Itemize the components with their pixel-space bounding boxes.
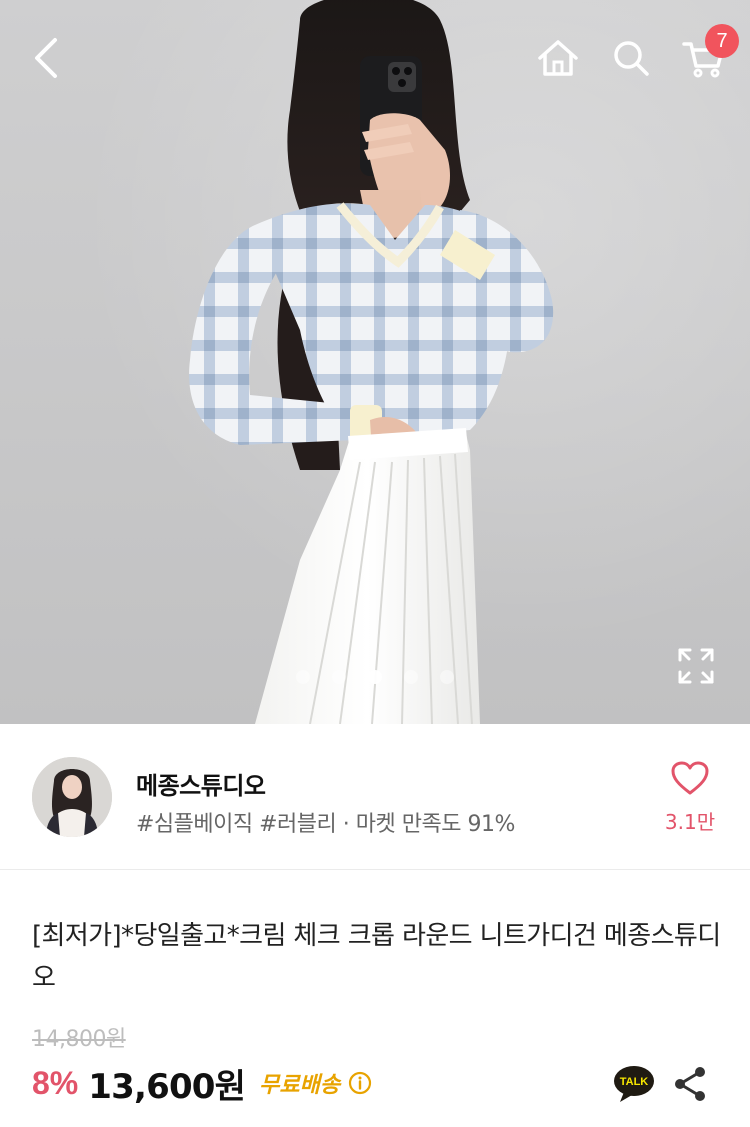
product-info: [최저가]*당일출고*크림 체크 크롭 라운드 니트가디건 메종스튜디오 14,… xyxy=(0,871,750,1127)
search-button[interactable] xyxy=(603,30,659,86)
seller-avatar[interactable] xyxy=(32,757,112,837)
price-row: 8% 13,600원 무료배송 xyxy=(32,1061,372,1107)
seller-tags: #심플베이직 #러블리 · 마켓 만족도 91% xyxy=(136,812,515,837)
home-button[interactable] xyxy=(530,30,586,86)
expand-image-button[interactable] xyxy=(676,646,716,686)
home-icon xyxy=(538,40,578,76)
carousel-dot[interactable] xyxy=(332,670,346,684)
cart-button[interactable]: 7 xyxy=(675,24,739,86)
share-icon xyxy=(675,1067,705,1101)
info-icon[interactable] xyxy=(348,1071,372,1095)
carousel-dot[interactable] xyxy=(296,670,310,684)
kakaotalk-button[interactable]: TALK xyxy=(612,1064,656,1104)
back-arrow-icon xyxy=(35,38,57,78)
share-button[interactable] xyxy=(670,1064,710,1104)
seller-info[interactable]: 메종스튜디오 #심플베이직 #러블리 · 마켓 만족도 91% 3.1만 xyxy=(0,724,750,870)
talk-icon: TALK xyxy=(614,1066,654,1102)
talk-label: TALK xyxy=(620,1076,649,1088)
sale-price: 13,600원 xyxy=(88,1066,246,1107)
carousel-dot-active[interactable] xyxy=(368,670,382,684)
search-icon xyxy=(614,41,649,76)
seller-name[interactable]: 메종스튜디오 xyxy=(136,766,266,801)
discount-rate: 8% xyxy=(32,1064,79,1101)
product-title: [최저가]*당일출고*크림 체크 크롭 라운드 니트가디건 메종스튜디오 xyxy=(32,921,721,993)
back-button[interactable] xyxy=(18,30,74,86)
product-image-carousel[interactable]: 7 xyxy=(0,0,750,724)
original-price: 14,800원 xyxy=(32,1027,126,1052)
like-count: 3.1만 xyxy=(664,810,716,834)
carousel-dot[interactable] xyxy=(440,670,454,684)
carousel-indicator xyxy=(0,670,750,686)
like-button[interactable]: 3.1만 xyxy=(660,760,720,840)
carousel-dot[interactable] xyxy=(404,670,418,684)
expand-icon xyxy=(678,648,714,684)
product-photo xyxy=(189,0,554,724)
cart-count-badge: 7 xyxy=(705,24,739,58)
free-shipping-label: 무료배송 xyxy=(259,1073,341,1098)
heart-icon xyxy=(671,761,709,795)
seller-avatar-image xyxy=(32,757,112,837)
